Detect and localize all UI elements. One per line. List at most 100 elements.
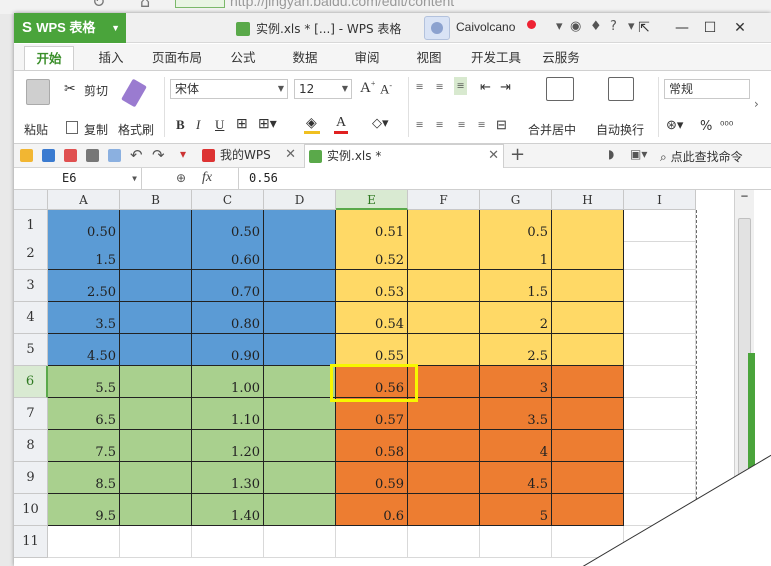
decrease-font-icon[interactable]: A- — [380, 81, 392, 97]
cell-f6[interactable] — [408, 366, 480, 398]
chevron-down-icon[interactable]: ▾ — [556, 19, 563, 34]
font-name-select[interactable]: 宋体 ▼ — [170, 79, 288, 99]
shirt-icon[interactable]: ♦ — [590, 19, 602, 34]
cell-g9[interactable]: 4.5 — [480, 462, 552, 494]
copy-button[interactable]: 复制 — [84, 121, 108, 138]
cell-e11[interactable] — [336, 526, 408, 558]
cell-d6[interactable] — [264, 366, 336, 398]
cell-a5[interactable]: 4.50 — [48, 334, 120, 366]
cell-e8[interactable]: 0.58 — [336, 430, 408, 462]
row-header-2[interactable]: 2 — [14, 238, 48, 270]
cell-a2[interactable]: 1.5 — [48, 238, 120, 270]
indent-decrease-icon[interactable]: ⇤ — [480, 79, 491, 95]
tab-developer[interactable]: 开发工具 — [464, 46, 528, 70]
fx-button[interactable]: fx — [202, 170, 212, 186]
cell-h4[interactable] — [552, 302, 624, 334]
cell-e7[interactable]: 0.57 — [336, 398, 408, 430]
cell-i3[interactable] — [624, 270, 696, 302]
cell-d8[interactable] — [264, 430, 336, 462]
cell-a6[interactable]: 5.5 — [48, 366, 120, 398]
cell-g2[interactable]: 1 — [480, 238, 552, 270]
cell-g3[interactable]: 1.5 — [480, 270, 552, 302]
number-format-select[interactable]: 常规 — [664, 79, 750, 99]
font-color-icon[interactable]: A — [336, 115, 346, 131]
cell-f11[interactable] — [408, 526, 480, 558]
row-header-11[interactable]: 11 — [14, 526, 48, 558]
close-icon[interactable]: ✕ — [488, 145, 499, 167]
shield-icon[interactable]: ◉ — [570, 19, 581, 34]
column-header-c[interactable]: C — [192, 190, 264, 210]
tab-data[interactable]: 数据 — [280, 46, 330, 70]
tab-cloud[interactable]: 云服务 — [534, 46, 588, 70]
cell-f10[interactable] — [408, 494, 480, 526]
wrap-text-icon[interactable] — [608, 77, 634, 101]
cell-a7[interactable]: 6.5 — [48, 398, 120, 430]
row-header-5[interactable]: 5 — [14, 334, 48, 366]
bold-button[interactable]: B — [176, 117, 185, 133]
cell-h3[interactable] — [552, 270, 624, 302]
row-header-9[interactable]: 9 — [14, 462, 48, 494]
clear-format-icon[interactable]: ◇▾ — [372, 115, 389, 131]
print-preview-icon[interactable] — [108, 149, 121, 162]
cell-f3[interactable] — [408, 270, 480, 302]
avatar[interactable] — [424, 16, 450, 40]
cell-b3[interactable] — [120, 270, 192, 302]
comma-style-icon[interactable]: ⁰⁰⁰ — [720, 119, 733, 132]
cell-g4[interactable]: 2 — [480, 302, 552, 334]
maximize-button[interactable]: ☐ — [696, 16, 724, 40]
export-pdf-icon[interactable] — [64, 149, 77, 162]
underline-button[interactable]: U — [215, 117, 224, 133]
tab-insert[interactable]: 插入 — [86, 46, 136, 70]
cell-a4[interactable]: 3.5 — [48, 302, 120, 334]
customize-arrow-icon[interactable]: ▾ — [180, 147, 193, 161]
cell-c4[interactable]: 0.80 — [192, 302, 264, 334]
select-all-corner[interactable] — [14, 190, 48, 210]
cell-d3[interactable] — [264, 270, 336, 302]
indent-increase-icon[interactable]: ⇥ — [500, 79, 511, 95]
minimize-button[interactable]: — — [668, 16, 696, 40]
close-button[interactable]: ✕ — [726, 16, 754, 40]
cell-d10[interactable] — [264, 494, 336, 526]
cell-a9[interactable]: 8.5 — [48, 462, 120, 494]
cell-d9[interactable] — [264, 462, 336, 494]
cell-b6[interactable] — [120, 366, 192, 398]
font-size-select[interactable]: 12 ▼ — [294, 79, 352, 99]
cell-g10[interactable]: 5 — [480, 494, 552, 526]
cell-e4[interactable]: 0.54 — [336, 302, 408, 334]
column-header-i[interactable]: I — [624, 190, 696, 210]
refresh-icon[interactable]: ↻ — [92, 0, 105, 11]
column-header-g[interactable]: G — [480, 190, 552, 210]
cell-c6[interactable]: 1.00 — [192, 366, 264, 398]
cell-i4[interactable] — [624, 302, 696, 334]
cell-b4[interactable] — [120, 302, 192, 334]
name-box[interactable]: E6 ▼ — [14, 168, 142, 189]
cell-f2[interactable] — [408, 238, 480, 270]
cell-c3[interactable]: 0.70 — [192, 270, 264, 302]
paste-button-label[interactable]: 粘贴 — [24, 121, 48, 138]
doc-tab-my-wps[interactable]: 我的WPS ✕ — [198, 144, 300, 168]
cell-f8[interactable] — [408, 430, 480, 462]
zoom-icon[interactable]: ⊕ — [176, 171, 186, 185]
row-header-7[interactable]: 7 — [14, 398, 48, 430]
cell-b8[interactable] — [120, 430, 192, 462]
redo-icon[interactable]: ↷ — [152, 146, 165, 164]
column-header-f[interactable]: F — [408, 190, 480, 210]
column-header-e[interactable]: E — [336, 190, 408, 210]
align-right-icon[interactable]: ≡ — [458, 117, 465, 133]
cell-f4[interactable] — [408, 302, 480, 334]
print-icon[interactable] — [86, 149, 99, 162]
cell-b5[interactable] — [120, 334, 192, 366]
row-header-6[interactable]: 6 — [14, 366, 48, 398]
cell-i7[interactable] — [624, 398, 696, 430]
cell-i5[interactable] — [624, 334, 696, 366]
formula-input[interactable]: 0.56 — [238, 168, 758, 189]
cell-i2[interactable] — [624, 238, 696, 270]
cell-e2[interactable]: 0.52 — [336, 238, 408, 270]
tab-view[interactable]: 视图 — [404, 46, 454, 70]
home-icon[interactable]: ⌂ — [140, 0, 150, 11]
cell-d7[interactable] — [264, 398, 336, 430]
percent-button[interactable]: % — [700, 119, 712, 134]
cell-e5[interactable]: 0.55 — [336, 334, 408, 366]
column-header-a[interactable]: A — [48, 190, 120, 210]
cell-b11[interactable] — [120, 526, 192, 558]
